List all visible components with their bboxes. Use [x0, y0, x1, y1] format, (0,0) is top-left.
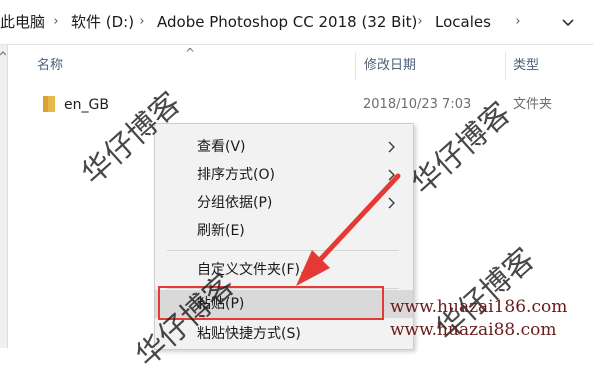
column-header-date-modified[interactable]: 修改日期	[364, 52, 416, 80]
menu-item-label: 粘贴快捷方式(S)	[197, 326, 301, 342]
address-history-dropdown-icon[interactable]	[559, 13, 577, 31]
breadcrumb-this-pc[interactable]: 此电脑	[0, 0, 45, 44]
menu-item-group-by[interactable]: 分组依据(P)	[155, 189, 413, 217]
menu-item-paste[interactable]: 粘贴(P)	[155, 290, 413, 318]
column-divider[interactable]	[355, 52, 356, 80]
folder-icon	[43, 96, 55, 112]
submenu-arrow-icon	[388, 169, 395, 181]
file-name: en_GB	[64, 97, 109, 113]
menu-item-view[interactable]: 查看(V)	[155, 133, 413, 161]
menu-item-paste-shortcut[interactable]: 粘贴快捷方式(S)	[155, 320, 413, 348]
submenu-arrow-icon	[388, 197, 395, 209]
menu-item-label: 分组依据(P)	[197, 195, 273, 211]
breadcrumb-locales[interactable]: Locales	[435, 0, 491, 44]
file-row[interactable]: en_GB 2018/10/23 7:03 文件夹	[30, 92, 594, 118]
nav-scroll-up-icon[interactable]	[0, 46, 6, 60]
sort-ascending-icon: ^	[185, 46, 196, 60]
navigation-pane[interactable]	[0, 45, 8, 348]
menu-item-label: 自定义文件夹(F)...	[197, 262, 314, 278]
column-header-name[interactable]: 名称	[37, 52, 63, 80]
watermark-url: www.huazai186.com	[390, 297, 568, 317]
watermark-text: 华仔博客	[429, 241, 542, 348]
menu-item-customize-folder[interactable]: 自定义文件夹(F)...	[155, 256, 413, 284]
context-menu: 查看(V) 排序方式(O) 分组依据(P) 刷新(E) 自定义文件夹(F)...…	[154, 123, 414, 350]
breadcrumb-photoshop-folder[interactable]: Adobe Photoshop CC 2018 (32 Bit)	[157, 0, 417, 44]
breadcrumb-separator-icon[interactable]: ›	[412, 0, 428, 44]
file-date-modified: 2018/10/23 7:03	[363, 97, 472, 112]
menu-separator	[167, 288, 399, 289]
breadcrumb-separator-icon[interactable]: ›	[134, 0, 150, 44]
menu-item-label: 查看(V)	[197, 139, 246, 155]
address-bar[interactable]: 此电脑 › 软件 (D:) › Adobe Photoshop CC 2018 …	[0, 0, 594, 45]
file-type: 文件夹	[513, 97, 553, 112]
menu-separator	[167, 250, 399, 251]
column-header-type[interactable]: 类型	[513, 52, 539, 80]
menu-item-refresh[interactable]: 刷新(E)	[155, 217, 413, 245]
column-divider[interactable]	[505, 52, 506, 80]
breadcrumb-separator-icon[interactable]: ›	[510, 0, 526, 44]
menu-item-label: 刷新(E)	[197, 223, 245, 239]
breadcrumb-separator-icon[interactable]: ›	[48, 0, 64, 44]
submenu-arrow-icon	[388, 141, 395, 153]
breadcrumb-drive-d[interactable]: 软件 (D:)	[71, 0, 134, 44]
menu-item-label: 排序方式(O)	[197, 167, 275, 183]
watermark-url: www.huazai88.com	[390, 320, 557, 340]
menu-item-sort-by[interactable]: 排序方式(O)	[155, 161, 413, 189]
menu-item-label: 粘贴(P)	[197, 296, 245, 312]
